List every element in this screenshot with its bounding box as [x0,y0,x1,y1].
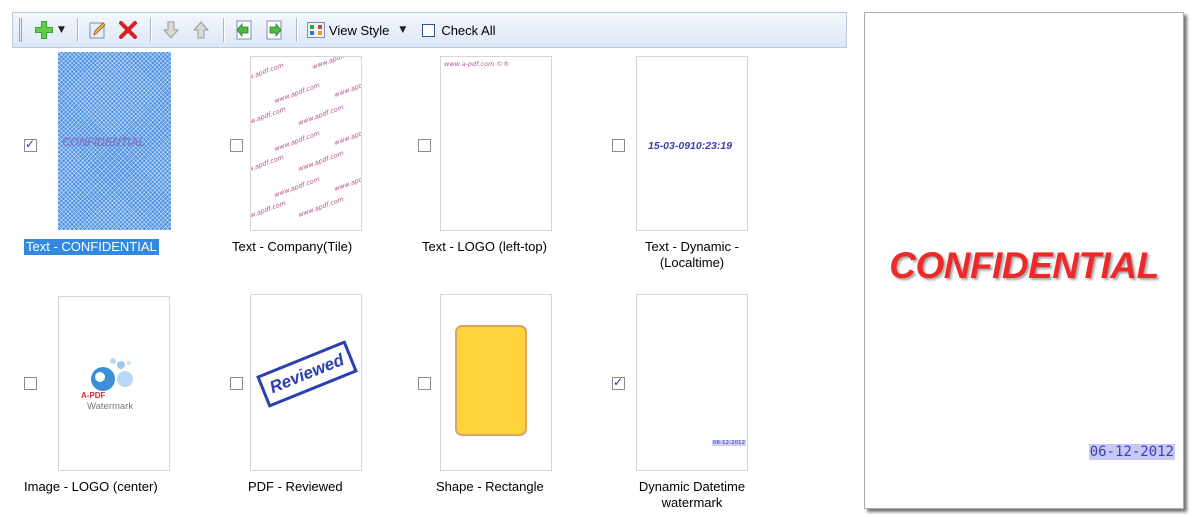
check-all-checkbox[interactable] [422,23,436,37]
watermark-item-dynamic-datetime[interactable]: 06-12-2012 Dynamic Datetime watermark [612,290,812,517]
tile-text: www.apdf.com [297,149,345,173]
logo-text: A-PDF [81,391,106,400]
item-checkbox[interactable] [612,375,625,390]
item-checkbox[interactable] [24,377,37,390]
tile-text: www.apdf.com [297,195,345,219]
caption-line: Dynamic Datetime [638,479,746,494]
tile-text: www.apdf.com [273,175,321,199]
watermark-item-dynamic-localtime[interactable]: 15-03-0910:23:19 Text - Dynamic - (Local… [612,50,812,280]
item-checkbox[interactable] [418,377,431,390]
watermark-list: CONFIDENTIAL Text - CONFIDENTIAL www.apd… [12,50,847,517]
item-caption: Text - CONFIDENTIAL [24,239,159,255]
arrow-down-icon [162,21,180,39]
item-checkbox[interactable] [230,139,243,152]
thumbnail-text: 06-12-2012 [712,440,746,446]
watermark-item-shape-rectangle[interactable]: Shape - Rectangle [418,290,618,517]
watermark-item-confidential[interactable]: CONFIDENTIAL Text - CONFIDENTIAL [24,50,224,280]
watermark-item-image-logo[interactable]: A-PDF Watermark Image - LOGO (center) [24,290,224,517]
watermark-item-pdf-reviewed[interactable]: Reviewed PDF - Reviewed [230,290,430,517]
move-down-button[interactable] [157,17,185,43]
item-checkbox[interactable] [418,139,431,152]
rectangle-shape [455,325,527,436]
thumbnail-text: CONFIDENTIAL [62,137,146,149]
pencil-icon [89,22,106,39]
caption-line: watermark [661,495,723,510]
watermark-thumbnail[interactable]: CONFIDENTIAL [58,52,171,230]
tile-text: www.apdf.com [273,81,321,105]
tile-text: www.apdf.com [250,105,287,129]
item-checkbox[interactable] [24,137,37,152]
tile-text: www.apdf.com [250,199,287,223]
thumbnail-text: 15-03-0910:23:19 [648,140,733,152]
tile-text: www.apdf.com [297,103,345,127]
toolbar-separator [76,18,78,42]
watermark-thumbnail[interactable]: 06-12-2012 [636,294,748,471]
export-button[interactable] [260,17,288,43]
check-all-button[interactable]: Check All [418,17,499,43]
view-style-label: View Style [328,22,390,38]
item-checkbox[interactable] [230,377,243,390]
item-caption: Dynamic Datetime watermark [632,479,752,511]
preview-datetime-text: 06-12-2012 [1088,444,1175,460]
check-all-label: Check All [441,22,496,38]
tile-text: www.apdf.com [250,153,285,177]
logo-text: Watermark [87,401,134,412]
caption-line: Text - Dynamic - [645,239,739,254]
thumbnail-text: www.a-pdf.com ©® [444,60,510,68]
chevron-down-icon: ▼ [399,25,407,35]
watermark-item-logo-left-top[interactable]: www.a-pdf.com ©® Text - LOGO (left-top) [418,50,618,280]
item-caption: Shape - Rectangle [436,479,544,494]
tile-text: www.apdf.com [333,169,362,193]
watermark-logo-icon [91,358,133,391]
reviewed-stamp: Reviewed [256,340,358,408]
arrow-up-icon [192,21,210,39]
item-caption: Text - Dynamic - (Localtime) [632,239,752,271]
toolbar: ▼ View Style ▼ Check All [12,12,847,48]
watermark-thumbnail[interactable]: www.apdf.com www.apdf.com www.apdf.com w… [250,56,362,231]
toolbar-separator [222,18,224,42]
watermark-thumbnail[interactable]: A-PDF Watermark [58,296,170,471]
edit-button[interactable] [84,17,112,43]
item-caption: PDF - Reviewed [248,479,343,494]
tile-text: www.apdf.com [311,56,359,71]
watermark-thumbnail[interactable]: 15-03-0910:23:19 [636,56,748,231]
import-icon [236,20,252,40]
add-button[interactable]: ▼ [30,17,69,43]
tile-text: www.apdf.com [333,123,362,147]
tile-text: www.apdf.com [333,75,362,99]
caption-line: (Localtime) [659,255,725,270]
item-caption: Image - LOGO (center) [24,479,158,494]
toolbar-separator [295,18,297,42]
watermark-thumbnail[interactable]: Reviewed [250,294,362,471]
item-caption: Text - Company(Tile) [232,239,353,254]
watermark-thumbnail[interactable]: www.a-pdf.com ©® [440,56,552,231]
toolbar-grip[interactable] [19,18,22,42]
item-caption: Text - LOGO (left-top) [422,239,547,254]
tile-text: www.apdf.com [273,129,321,153]
delete-button[interactable] [114,17,142,43]
preview-watermark-text: CONFIDENTIAL [889,245,1159,286]
export-icon [266,20,282,40]
view-style-button[interactable]: View Style ▼ [303,17,410,43]
chevron-down-icon: ▼ [58,25,65,35]
toolbar-separator [149,18,151,42]
tile-text: www.apdf.com [250,61,285,85]
move-up-button[interactable] [187,17,215,43]
view-style-icon [306,22,325,38]
plus-icon [35,21,53,39]
watermark-preview-page: CONFIDENTIAL 06-12-2012 [864,12,1184,509]
red-x-icon [118,21,137,39]
watermark-item-company-tile[interactable]: www.apdf.com www.apdf.com www.apdf.com w… [230,50,430,280]
watermark-thumbnail[interactable] [440,294,552,471]
import-button[interactable] [230,17,258,43]
item-checkbox[interactable] [612,139,625,152]
